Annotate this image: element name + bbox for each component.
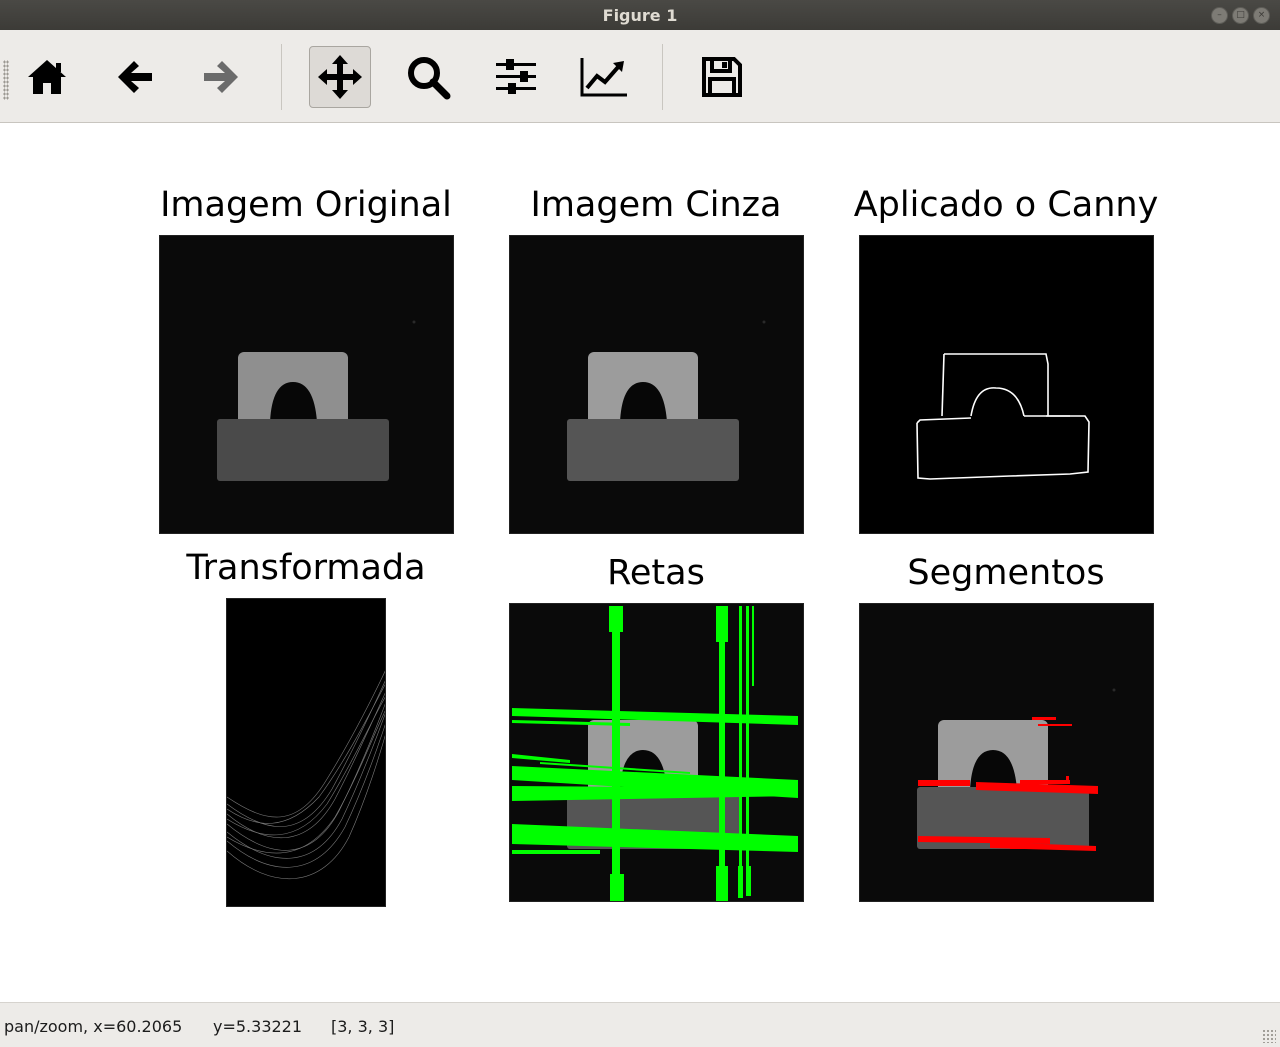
grayscale-image xyxy=(510,236,803,533)
toolbar-grip[interactable] xyxy=(3,60,9,100)
save-button[interactable] xyxy=(691,46,753,108)
pan-button[interactable] xyxy=(309,46,371,108)
pan-move-icon xyxy=(318,55,362,99)
panel-title-canny: Aplicado o Canny xyxy=(853,185,1159,225)
panel-hough-lines[interactable] xyxy=(509,603,804,902)
back-arrow-icon xyxy=(118,61,152,93)
panel-hough-transform[interactable] xyxy=(226,598,386,907)
panel-title-transform: Transformada xyxy=(186,548,426,588)
edit-curve-chart-icon xyxy=(580,58,627,97)
close-button[interactable]: × xyxy=(1253,7,1270,24)
window-titlebar: Figure 1 – □ × xyxy=(0,0,1280,30)
navigation-toolbar xyxy=(0,30,1280,123)
zoom-magnifier-icon xyxy=(408,57,451,100)
home-icon xyxy=(28,60,66,94)
resize-grip[interactable] xyxy=(1262,1029,1276,1043)
forward-button[interactable] xyxy=(190,46,252,108)
line-segments-image xyxy=(860,604,1153,901)
panel-title-original: Imagem Original xyxy=(160,185,452,225)
panel-line-segments[interactable] xyxy=(859,603,1154,902)
forward-arrow-icon xyxy=(204,61,238,93)
save-floppy-icon xyxy=(702,57,742,97)
panel-title-segments: Segmentos xyxy=(907,553,1105,593)
edit-axis-button[interactable] xyxy=(573,46,635,108)
hough-lines-image xyxy=(510,604,803,901)
panel-original-image[interactable] xyxy=(159,235,454,534)
maximize-button[interactable]: □ xyxy=(1232,7,1249,24)
subplots-sliders-icon xyxy=(496,59,536,94)
status-y: y=5.33221 xyxy=(213,1017,303,1036)
toolbar-separator xyxy=(281,44,282,110)
status-pixel-value: [3, 3, 3] xyxy=(331,1017,395,1036)
toolbar-separator xyxy=(662,44,663,110)
configure-subplots-button[interactable] xyxy=(485,46,547,108)
back-button[interactable] xyxy=(104,46,166,108)
panel-title-lines: Retas xyxy=(607,553,705,593)
canny-edges-image xyxy=(860,236,1153,533)
home-button[interactable] xyxy=(16,46,78,108)
panel-grayscale-image[interactable] xyxy=(509,235,804,534)
window-controls: – □ × xyxy=(1211,7,1270,24)
zoom-button[interactable] xyxy=(397,46,459,108)
panel-title-grayscale: Imagem Cinza xyxy=(530,185,782,225)
panel-canny-edges[interactable] xyxy=(859,235,1154,534)
hough-transform-image xyxy=(227,599,385,906)
status-bar: pan/zoom, x=60.2065 y=5.33221 [3, 3, 3] xyxy=(0,1002,1280,1047)
window-title: Figure 1 xyxy=(602,6,678,25)
minimize-button[interactable]: – xyxy=(1211,7,1228,24)
status-mode-x: pan/zoom, x=60.2065 xyxy=(4,1017,183,1036)
figure-canvas[interactable]: Imagem Original Imagem Cinza Aplicado o … xyxy=(0,123,1280,1001)
original-image xyxy=(160,236,453,533)
